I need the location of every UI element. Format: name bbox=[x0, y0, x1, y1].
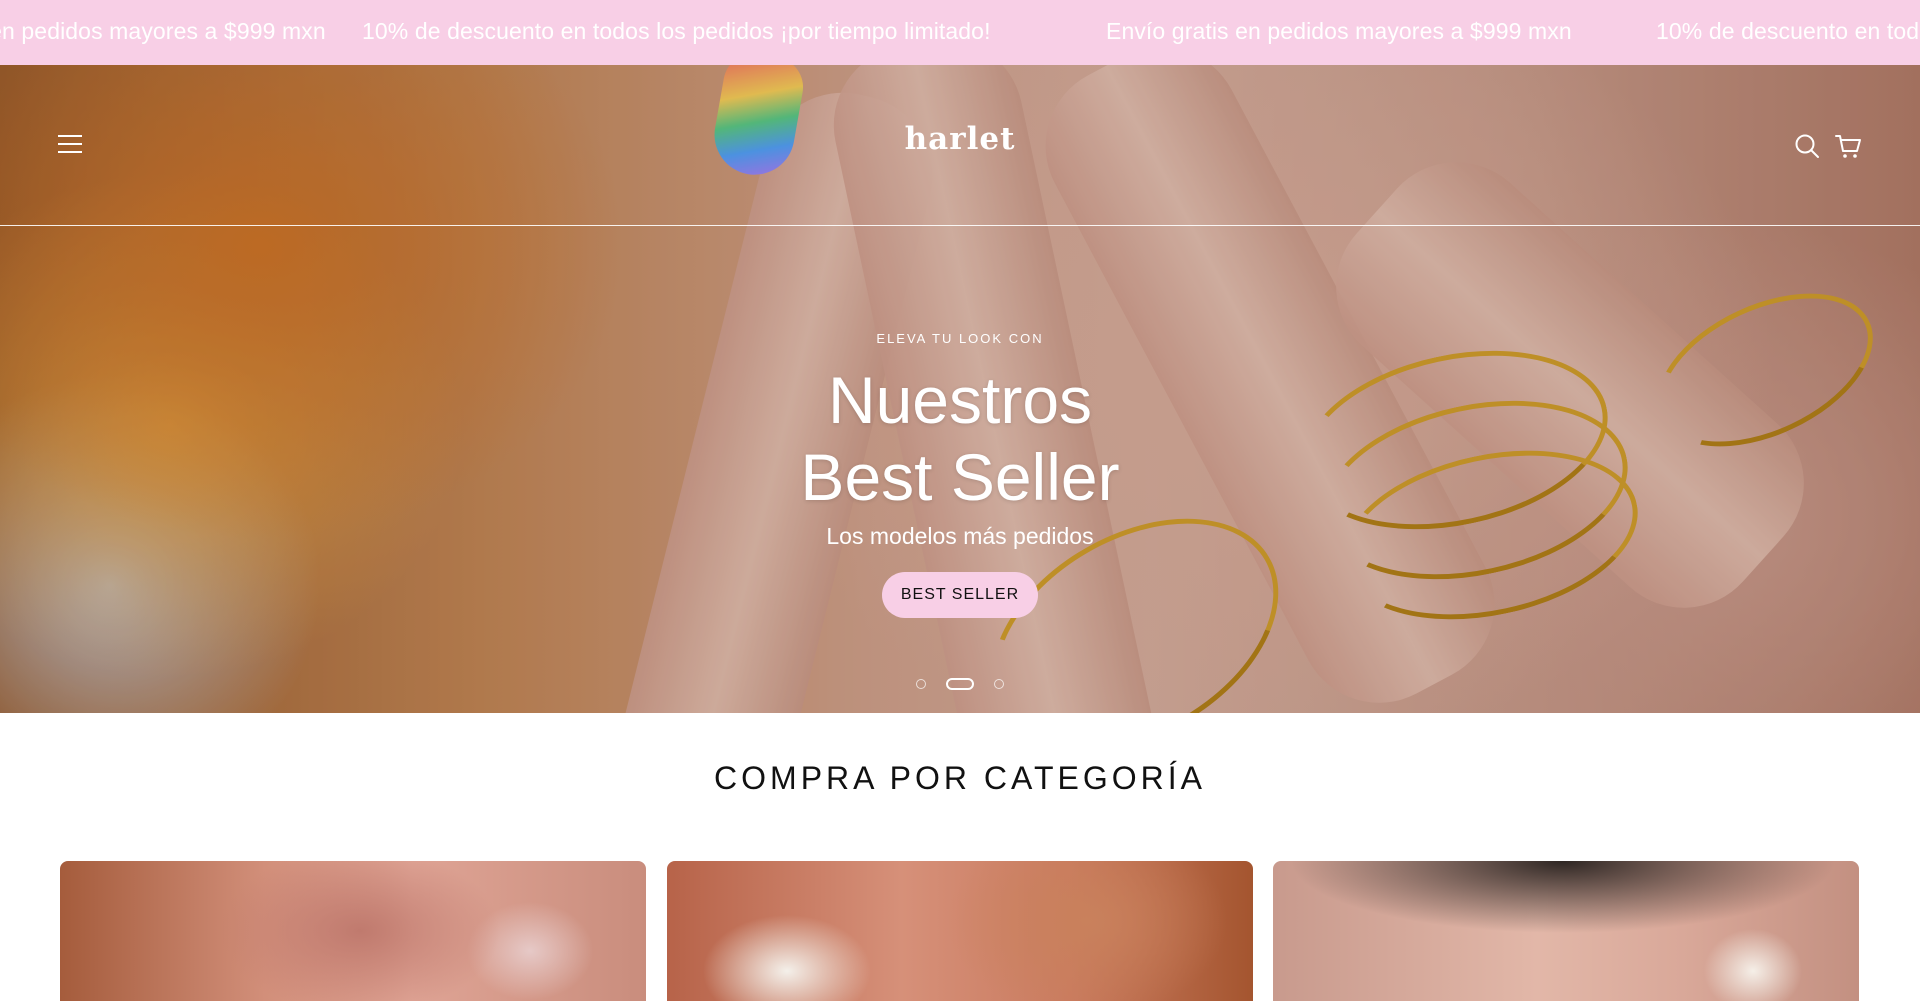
category-card-2[interactable] bbox=[667, 861, 1253, 1001]
slider-pagination bbox=[0, 675, 1920, 693]
cart-icon[interactable] bbox=[1834, 132, 1862, 160]
announcement-item: Envío gratis en pedidos mayores a $999 m… bbox=[0, 18, 326, 44]
hero-banner: harlet ELEVA TU LOOK CON Nuestros Best S… bbox=[0, 65, 1920, 713]
category-section-title: COMPRA POR CATEGORÍA bbox=[714, 760, 1206, 796]
category-card-3[interactable] bbox=[1273, 861, 1859, 1001]
announcement-item: 10% de descuento en todos los pedidos ¡p… bbox=[362, 18, 991, 44]
announcement-item: Envío gratis en pedidos mayores a $999 m… bbox=[1106, 18, 1572, 44]
slider-dot-1[interactable] bbox=[915, 678, 926, 689]
hero-eyebrow: ELEVA TU LOOK CON bbox=[876, 331, 1044, 346]
best-seller-button[interactable]: BEST SELLER bbox=[881, 572, 1039, 618]
logo-text[interactable]: harlet bbox=[905, 121, 1016, 157]
site-header: harlet bbox=[0, 65, 1920, 226]
announcement-item: 10% de descuento en todos los pedidos ¡p… bbox=[1656, 18, 1920, 44]
slider-dot-2[interactable] bbox=[946, 677, 974, 690]
site-logo: harlet bbox=[0, 121, 1920, 157]
announcement-bar: Envío gratis en pedidos mayores a $999 m… bbox=[0, 0, 1920, 65]
search-icon[interactable] bbox=[1794, 133, 1820, 159]
hero-headline-line: Nuestros bbox=[827, 363, 1093, 437]
category-card-1[interactable] bbox=[60, 861, 646, 1001]
hero-headline-line: Best Seller bbox=[800, 440, 1120, 514]
hero-content: ELEVA TU LOOK CON Nuestros Best Seller L… bbox=[0, 327, 1920, 618]
slider-dot-3[interactable] bbox=[994, 678, 1005, 689]
hero-subheadline: Los modelos más pedidos bbox=[826, 523, 1094, 549]
hero-headline: Nuestros Best Seller bbox=[0, 362, 1920, 516]
